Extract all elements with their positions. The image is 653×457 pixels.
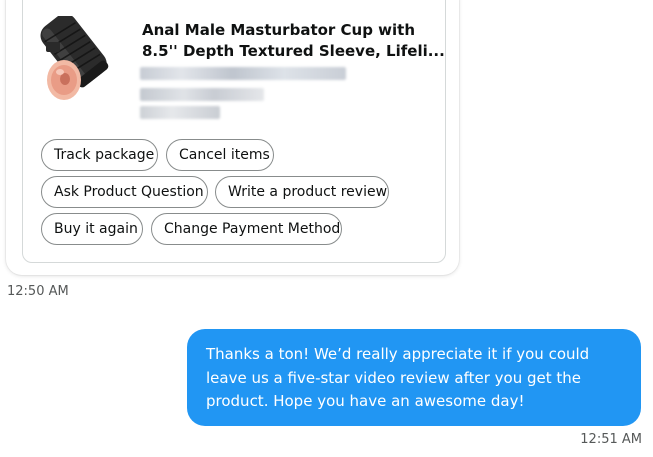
outgoing-message-line-2: leave us a five-star video review after … — [206, 368, 582, 387]
incoming-timestamp: 12:50 AM — [7, 284, 69, 299]
cancel-items-button[interactable]: Cancel items — [166, 139, 274, 171]
outgoing-message-line-3: product. Hope you have an awesome day! — [206, 392, 525, 410]
redacted-detail — [140, 106, 220, 119]
ask-product-question-button[interactable]: Ask Product Question — [41, 176, 208, 208]
chat-page: Anal Male Masturbator Cup with 8.5'' Dep… — [0, 0, 653, 457]
product-image[interactable] — [40, 16, 126, 104]
redacted-detail — [140, 67, 346, 80]
change-payment-method-button[interactable]: Change Payment Method — [151, 213, 342, 245]
product-title[interactable]: Anal Male Masturbator Cup with 8.5'' Dep… — [142, 20, 445, 62]
product-title-line-1: Anal Male Masturbator Cup with — [142, 21, 416, 39]
redacted-detail — [140, 88, 264, 101]
write-product-review-button[interactable]: Write a product review — [215, 176, 389, 208]
outgoing-message-line-1: Thanks a ton! We’d really appreciate it … — [206, 345, 590, 363]
outgoing-timestamp: 12:51 AM — [580, 432, 642, 447]
outgoing-message-bubble: Thanks a ton! We’d really appreciate it … — [187, 329, 641, 426]
track-package-button[interactable]: Track package — [41, 139, 158, 171]
product-title-line-2: 8.5'' Depth Textured Sleeve, Lifeli... — [142, 42, 445, 60]
buy-it-again-button[interactable]: Buy it again — [41, 213, 143, 245]
